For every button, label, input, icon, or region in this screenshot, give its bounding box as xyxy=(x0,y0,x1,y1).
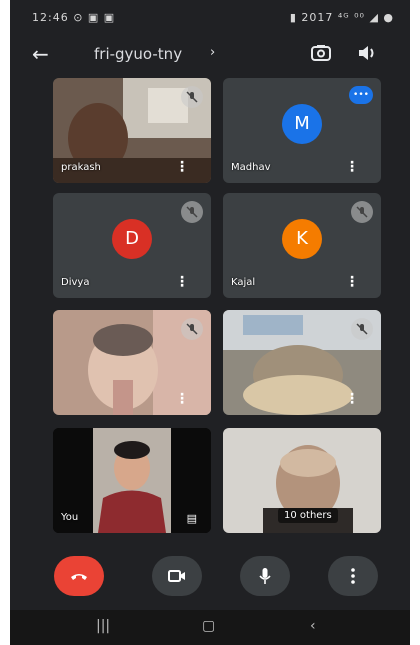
top-bar: ← fri-gyuo-tny › xyxy=(10,34,410,78)
mic-off-icon xyxy=(351,318,373,340)
meeting-title[interactable]: fri-gyuo-tny xyxy=(94,45,182,63)
avatar: D xyxy=(112,219,152,259)
mic-off-icon xyxy=(351,201,373,223)
participant-tile[interactable]: K Kajal ⋮ xyxy=(223,193,381,298)
more-vertical-icon[interactable]: ⋮ xyxy=(175,159,189,175)
status-bar: 12:46 ⊙ ▣ ▣ ▮ 2017 ⁴ᴳ ⁰⁰ ◢ ● xyxy=(10,0,410,34)
video-camera-icon xyxy=(168,570,185,582)
avatar: M xyxy=(282,104,322,144)
participant-name: Kajal xyxy=(231,277,256,288)
captions-icon[interactable]: ▤ xyxy=(187,512,197,525)
participant-tile[interactable]: D Divya ⋮ xyxy=(53,193,211,298)
call-controls xyxy=(10,548,410,608)
end-call-button[interactable] xyxy=(54,556,104,596)
participant-tile[interactable]: ⋮ xyxy=(53,310,211,415)
chevron-right-icon[interactable]: › xyxy=(210,45,215,60)
meet-call-screen: 12:46 ⊙ ▣ ▣ ▮ 2017 ⁴ᴳ ⁰⁰ ◢ ● ← fri-gyuo-… xyxy=(10,0,410,645)
arrow-left-icon[interactable]: ← xyxy=(32,42,49,66)
more-vertical-icon[interactable]: ⋮ xyxy=(345,274,359,290)
more-vertical-icon xyxy=(351,568,355,584)
participant-name: prakash xyxy=(61,162,101,173)
mic-off-icon xyxy=(181,86,203,108)
more-vertical-icon[interactable]: ⋮ xyxy=(345,159,359,175)
speaking-indicator-icon: ••• xyxy=(349,86,373,104)
camera-flip-icon[interactable] xyxy=(310,42,332,64)
more-vertical-icon[interactable]: ⋮ xyxy=(175,391,189,407)
recents-button[interactable]: ||| xyxy=(96,618,110,634)
status-indicators: ▮ 2017 ⁴ᴳ ⁰⁰ ◢ ● xyxy=(289,11,394,24)
mic-off-icon xyxy=(181,201,203,223)
participant-name: You xyxy=(61,512,79,523)
phone-end-icon xyxy=(71,574,87,580)
system-nav-bar: ||| ▢ ‹ xyxy=(10,610,410,645)
more-vertical-icon[interactable]: ⋮ xyxy=(345,391,359,407)
participant-name: Divya xyxy=(61,277,90,288)
self-view-tile[interactable]: You ▤ xyxy=(53,428,211,533)
more-vertical-icon[interactable]: ⋮ xyxy=(175,274,189,290)
camera-toggle-button[interactable] xyxy=(152,556,202,596)
participant-tile[interactable]: ••• M Madhav ⋮ xyxy=(223,78,381,183)
microphone-icon xyxy=(259,568,271,584)
mic-off-icon xyxy=(181,318,203,340)
back-button[interactable]: ‹ xyxy=(310,618,316,634)
status-time: 12:46 ⊙ ▣ ▣ xyxy=(32,11,116,24)
participant-tile[interactable]: ⋮ xyxy=(223,310,381,415)
participant-tile[interactable]: 10 others xyxy=(223,428,381,533)
others-count: 10 others xyxy=(278,508,338,523)
speaker-icon[interactable] xyxy=(356,42,378,64)
mic-toggle-button[interactable] xyxy=(240,556,290,596)
more-options-button[interactable] xyxy=(328,556,378,596)
avatar: K xyxy=(282,219,322,259)
home-button[interactable]: ▢ xyxy=(202,618,215,634)
participant-tile[interactable]: prakash ⋮ xyxy=(53,78,211,183)
participant-name: Madhav xyxy=(231,162,271,173)
